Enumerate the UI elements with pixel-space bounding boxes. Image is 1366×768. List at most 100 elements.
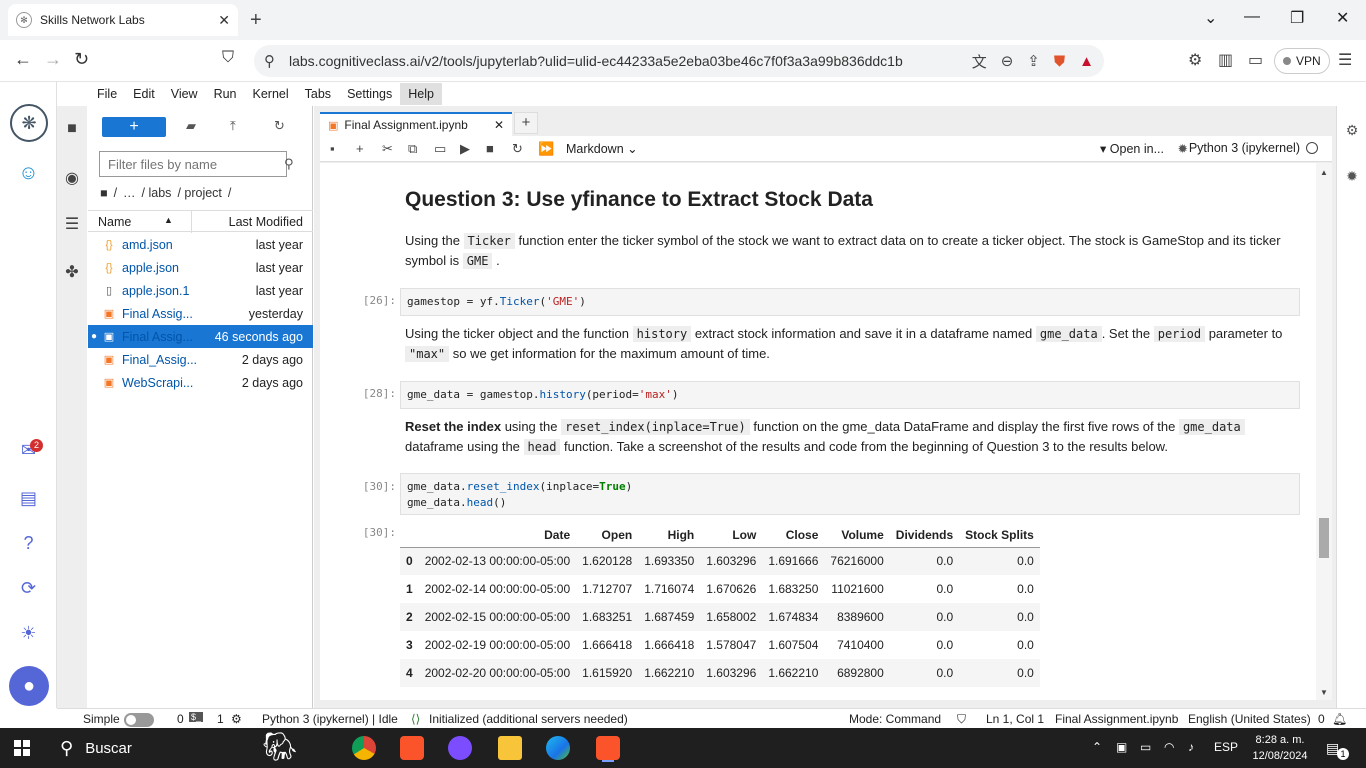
chat-assistant-icon[interactable]: ☺ xyxy=(0,162,57,185)
toggle-switch[interactable] xyxy=(123,712,154,727)
run-all-icon[interactable]: ⏩ xyxy=(538,141,554,157)
menu-edit[interactable]: Edit xyxy=(125,83,163,105)
menu-view[interactable]: View xyxy=(163,83,206,105)
browser-tab[interactable]: ✻ Skills Network Labs ✕ xyxy=(8,4,238,36)
menu-settings[interactable]: Settings xyxy=(339,83,400,105)
notebook-tab[interactable]: ▣ Final Assignment.ipynb ✕ xyxy=(320,112,512,136)
sync-icon[interactable]: ⟳ xyxy=(0,578,57,599)
vpn-app-icon[interactable] xyxy=(448,736,472,760)
bookmark-icon[interactable]: ⛉ xyxy=(222,49,234,67)
windows-start-icon[interactable] xyxy=(14,740,30,756)
tray-battery-icon[interactable]: ▭ xyxy=(1140,740,1151,754)
menu-run[interactable]: Run xyxy=(206,83,245,105)
code-cell-3[interactable]: gme_data.reset_index(inplace=True) gme_d… xyxy=(400,473,1300,515)
brave-rewards-icon[interactable]: ▲ xyxy=(1079,53,1094,70)
chrome-icon[interactable] xyxy=(352,736,376,760)
folder-icon[interactable]: ■ xyxy=(57,120,87,138)
file-filter-field[interactable]: ⚲ xyxy=(99,151,294,177)
upload-icon[interactable]: ⤒ xyxy=(230,118,236,134)
new-folder-icon[interactable]: ▰ xyxy=(186,118,196,134)
notebook-scrollbar[interactable] xyxy=(1316,163,1332,700)
menu-kernel[interactable]: Kernel xyxy=(245,83,297,105)
file-row[interactable]: ▣ Final_Assig... 2 days ago xyxy=(88,348,313,371)
markdown-cell-1[interactable]: Using the Ticker function enter the tick… xyxy=(405,231,1295,271)
user-avatar[interactable]: ● xyxy=(9,666,49,706)
file-row-selected[interactable]: ● ▣ Final Assig... 46 seconds ago xyxy=(88,325,313,348)
menu-icon[interactable]: ☰ xyxy=(1338,50,1352,70)
file-row[interactable]: ▣ WebScrapi... 2 days ago xyxy=(88,371,313,394)
file-filter-input[interactable] xyxy=(108,156,284,172)
new-launcher-tab-icon[interactable]: + xyxy=(514,112,538,134)
kernel-status[interactable]: Python 3 (ipykernel) | Idle xyxy=(262,712,398,726)
reload-icon[interactable]: ↻ xyxy=(74,49,89,70)
breadcrumb-ellipsis[interactable]: … xyxy=(123,186,136,200)
extensions-icon[interactable]: ⚙ xyxy=(1188,50,1202,70)
copy-icon[interactable]: ⧉ xyxy=(408,141,417,157)
breadcrumb-labs[interactable]: / labs xyxy=(142,186,172,200)
code-cell-2[interactable]: gme_data = gamestop.history(period='max'… xyxy=(400,381,1300,409)
menu-file[interactable]: File xyxy=(89,83,125,105)
kernels-count[interactable]: 1 xyxy=(217,712,224,726)
close-window-icon[interactable]: ✕ xyxy=(1336,8,1349,28)
lsp-status[interactable]: Initialized (additional servers needed) xyxy=(429,712,628,726)
run-icon[interactable]: ▶ xyxy=(460,141,470,157)
notebook-content[interactable]: Question 3: Use yfinance to Extract Stoc… xyxy=(320,163,1332,700)
notifications-icon[interactable]: ✉ xyxy=(0,440,57,461)
back-icon[interactable]: ← xyxy=(14,49,32,70)
column-name[interactable]: Name xyxy=(98,215,131,229)
cell-type-select[interactable]: Markdown ⌄ xyxy=(566,141,638,156)
extensions-puzzle-icon[interactable]: ✤ xyxy=(57,262,87,282)
debugger-panel-icon[interactable]: ✹ xyxy=(1337,168,1366,185)
sidebar-icon[interactable]: ▥ xyxy=(1218,50,1233,70)
documents-icon[interactable]: ▤ xyxy=(0,488,57,509)
file-explorer-icon[interactable] xyxy=(498,736,522,760)
file-row[interactable]: ▯ apple.json.1 last year xyxy=(88,279,313,302)
menu-tabs[interactable]: Tabs xyxy=(297,83,339,105)
close-notebook-icon[interactable]: ✕ xyxy=(494,118,504,132)
share-icon[interactable]: ⇪ xyxy=(1027,52,1040,70)
paste-icon[interactable]: ▭ xyxy=(434,141,446,157)
debugger-icon[interactable]: ✹ xyxy=(1178,141,1188,156)
file-row[interactable]: ▣ Final Assig... yesterday xyxy=(88,302,313,325)
elephant-widget-icon[interactable]: 🐘︎ xyxy=(262,730,298,763)
brave-shield-icon[interactable]: ⛊ xyxy=(1054,53,1065,70)
forward-icon[interactable]: → xyxy=(44,49,62,70)
vpn-button[interactable]: VPN xyxy=(1274,48,1330,74)
kernel-selector[interactable]: Python 3 (ipykernel) xyxy=(1189,141,1318,155)
property-inspector-icon[interactable]: ⚙ xyxy=(1337,122,1366,139)
brave-icon[interactable] xyxy=(400,736,424,760)
column-last-modified[interactable]: Last Modified xyxy=(229,215,303,229)
new-tab-icon[interactable]: + xyxy=(250,9,262,32)
scroll-up-icon[interactable]: ▲ xyxy=(1320,168,1328,177)
brave-active-icon[interactable] xyxy=(596,736,620,760)
code-cell-1[interactable]: gamestop = yf.Ticker('GME') xyxy=(400,288,1300,316)
open-in-button[interactable]: ▾ Open in... xyxy=(1100,141,1164,156)
system-clock[interactable]: 8:28 a. m. 12/08/2024 xyxy=(1245,732,1315,764)
scrollbar-thumb[interactable] xyxy=(1319,518,1329,558)
trusted-icon[interactable]: ⛉ xyxy=(957,712,966,727)
maximize-icon[interactable]: ❐ xyxy=(1290,8,1304,28)
volume-icon[interactable]: ♪ xyxy=(1188,740,1194,754)
menu-help[interactable]: Help xyxy=(400,83,442,105)
wallet-icon[interactable]: ▭ xyxy=(1248,50,1263,70)
restart-icon[interactable]: ↻ xyxy=(512,141,523,157)
insert-cell-icon[interactable]: + xyxy=(356,141,364,156)
new-launcher-button[interactable]: + xyxy=(102,117,166,137)
zoom-icon[interactable]: ⊖ xyxy=(1001,52,1014,70)
stop-icon[interactable]: ■ xyxy=(486,141,494,156)
save-icon[interactable]: ▪ xyxy=(330,141,335,156)
close-tab-icon[interactable]: ✕ xyxy=(218,12,230,29)
language-indicator[interactable]: English (United States) xyxy=(1188,712,1311,726)
wifi-icon[interactable]: ◠ xyxy=(1164,740,1174,754)
input-language[interactable]: ESP xyxy=(1214,740,1238,754)
url-bar[interactable]: ⚲ labs.cognitiveclass.ai/v2/tools/jupyte… xyxy=(254,45,1104,77)
markdown-cell-3[interactable]: Reset the index using the reset_index(in… xyxy=(405,417,1295,457)
breadcrumb-project[interactable]: / project xyxy=(177,186,221,200)
tray-chevron-icon[interactable]: ⌃ xyxy=(1092,740,1102,754)
cursor-position[interactable]: Ln 1, Col 1 xyxy=(986,712,1044,726)
markdown-cell-2[interactable]: Using the ticker object and the function… xyxy=(405,324,1295,364)
toc-icon[interactable]: ☰ xyxy=(57,214,87,234)
tab-search-chevron-icon[interactable]: ⌄ xyxy=(1204,8,1217,28)
folder-root-icon[interactable]: ■ xyxy=(100,186,108,200)
file-row[interactable]: {} amd.json last year xyxy=(88,233,313,256)
